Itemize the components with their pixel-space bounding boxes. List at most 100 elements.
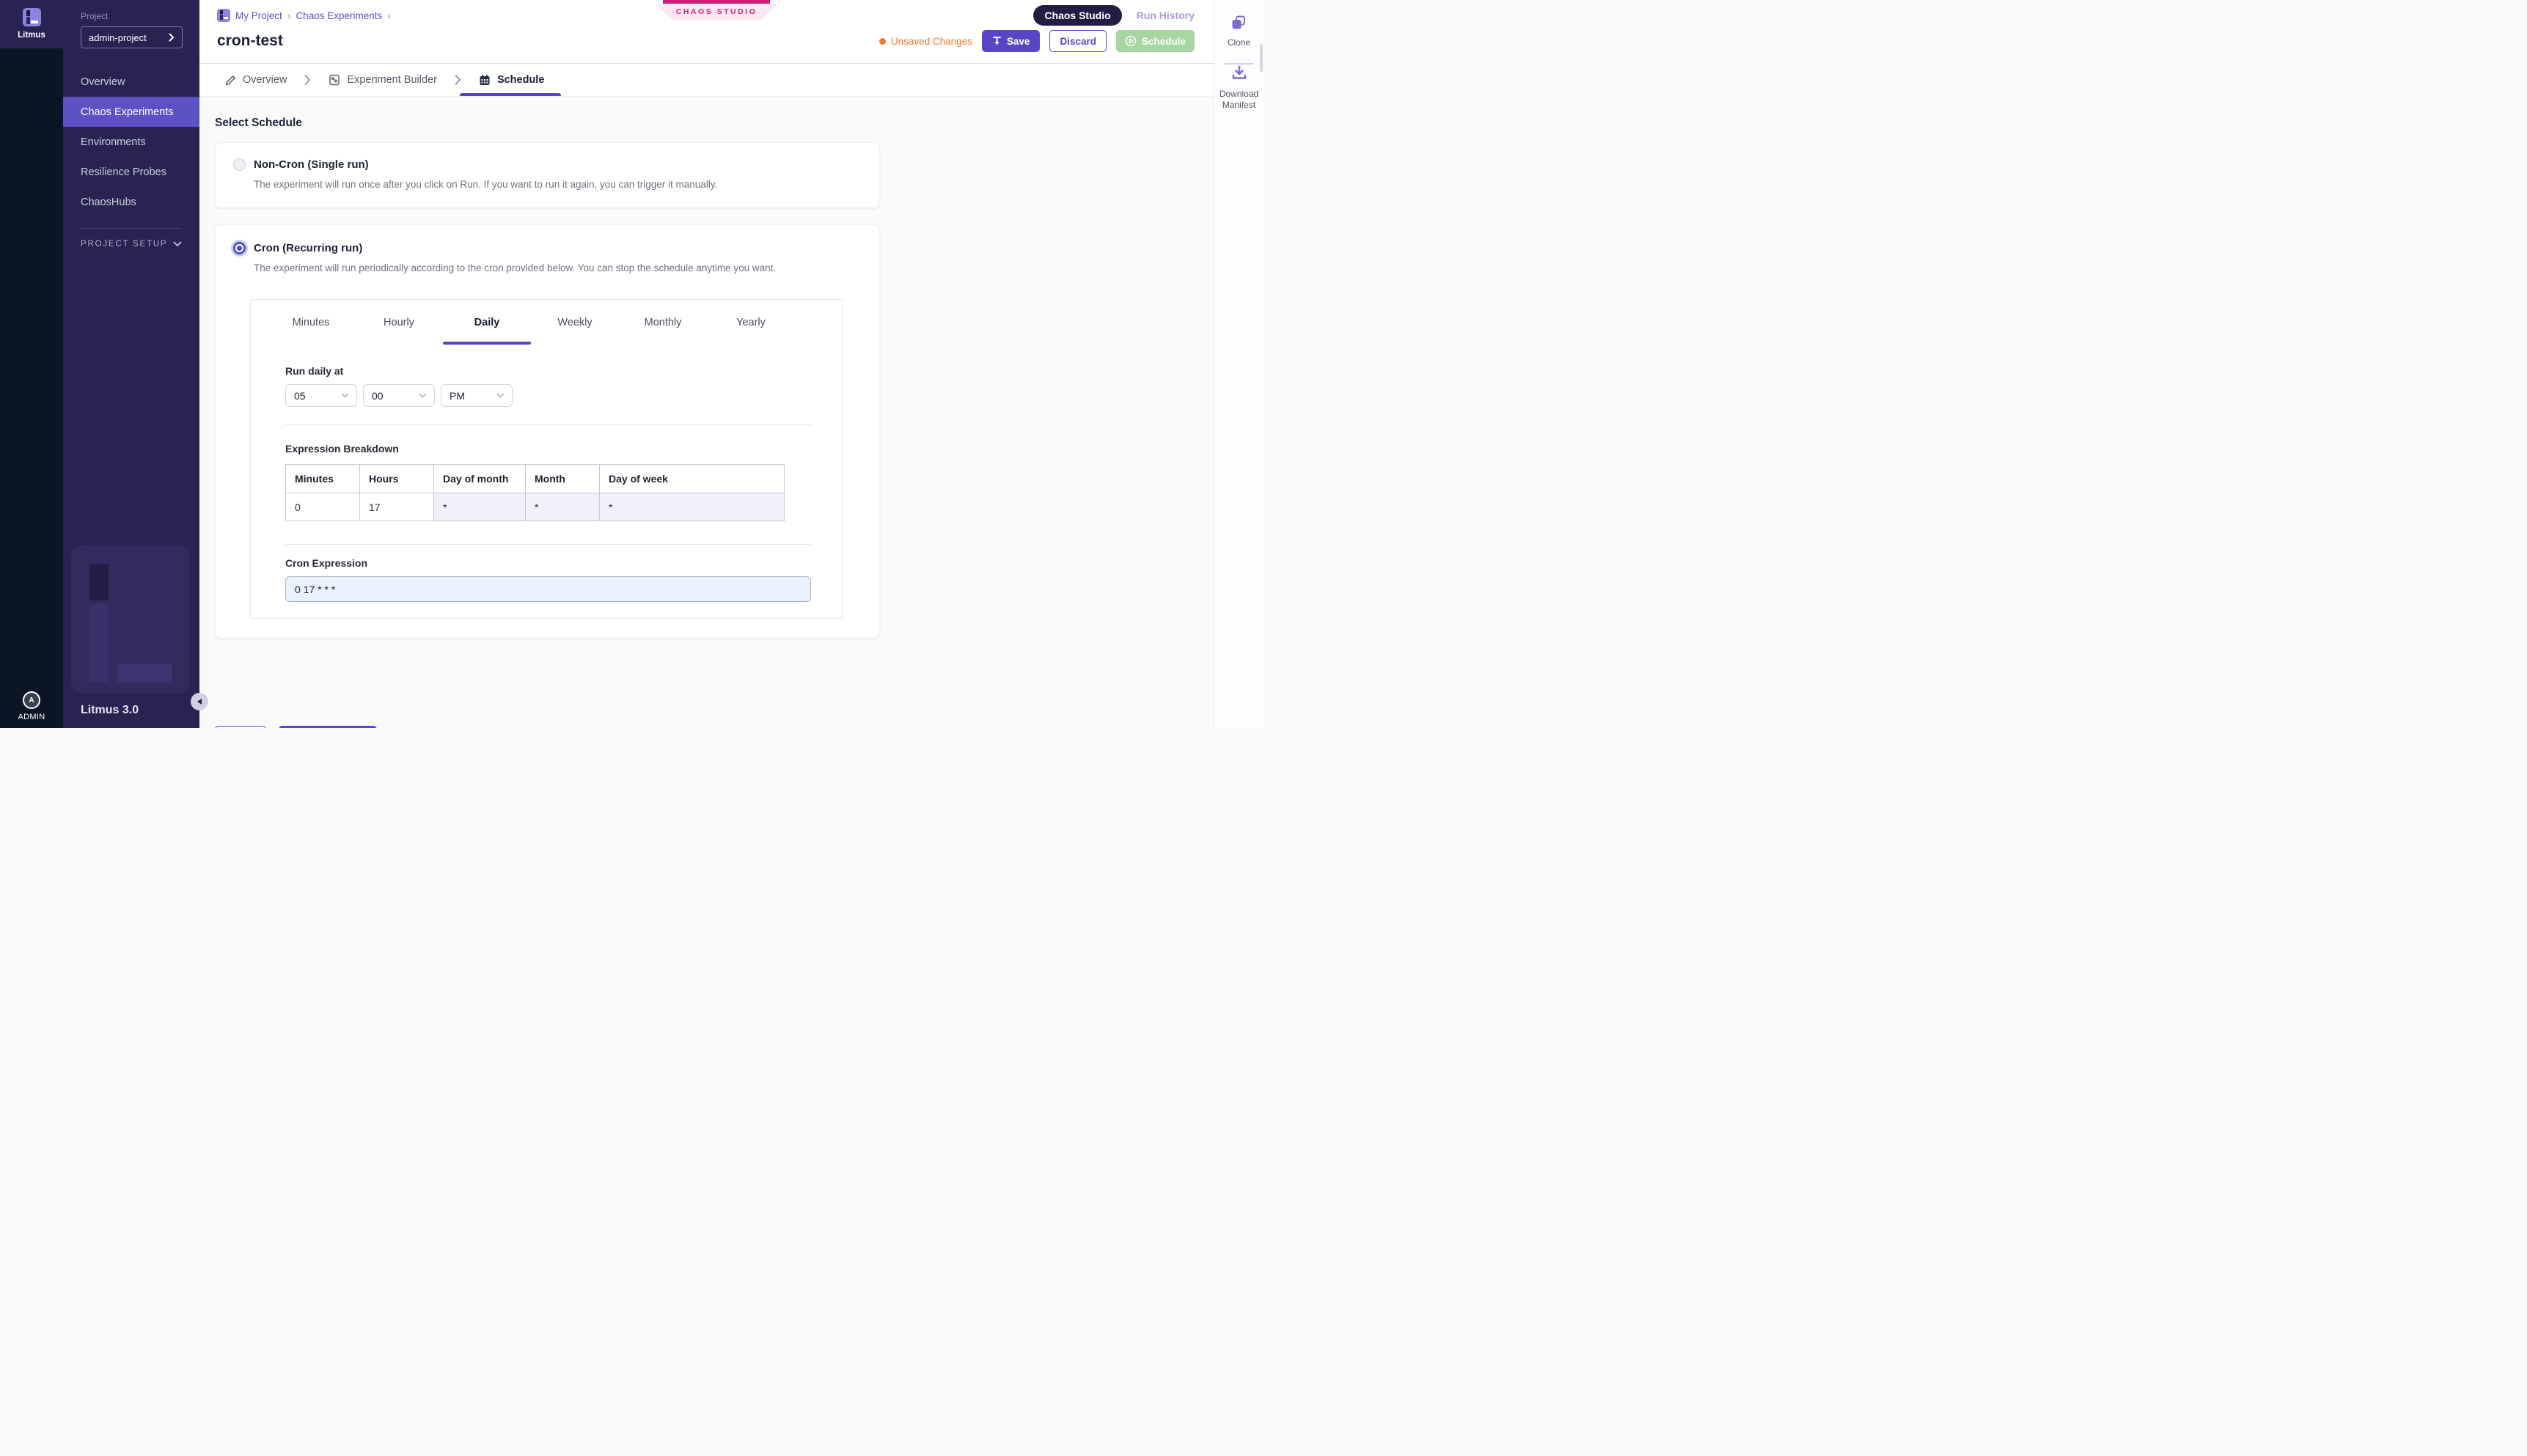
project-setup-toggle[interactable]: PROJECT SETUP <box>81 240 182 249</box>
cell-day-of-month: * <box>434 493 526 521</box>
schedule-content: Select Schedule Non-Cron (Single run) Th… <box>199 97 1214 728</box>
user-block: A ADMIN <box>18 691 45 728</box>
col-day-of-week: Day of week <box>600 465 785 493</box>
col-month: Month <box>526 465 600 493</box>
breadcrumb: My Project › Chaos Experiments › <box>217 9 391 22</box>
meridiem-select[interactable]: PM <box>441 384 513 407</box>
sidebar-item-resilience-probes[interactable]: Resilience Probes <box>63 157 199 187</box>
cell-month: * <box>526 493 600 521</box>
brand-tile: Litmus <box>0 0 63 48</box>
chaos-studio-ribbon: CHAOS STUDIO <box>655 0 778 20</box>
wizard-steps: Overview Experiment Builder <box>199 64 1214 97</box>
project-selector[interactable]: admin-project <box>81 26 183 48</box>
cron-tab-daily[interactable]: Daily <box>443 300 531 345</box>
chevron-down-icon <box>419 393 427 398</box>
sidebar-item-chaos-experiments[interactable]: Chaos Experiments <box>63 97 199 127</box>
download-manifest-action[interactable]: Download Manifest <box>1214 65 1264 111</box>
download-manifest-label: Download Manifest <box>1214 89 1264 111</box>
tab-overview[interactable]: Overview <box>225 64 287 96</box>
hour-value: 05 <box>294 390 306 402</box>
clone-label: Clone <box>1228 37 1250 49</box>
non-cron-card: Non-Cron (Single run) The experiment wil… <box>215 142 880 208</box>
discard-label: Discard <box>1060 36 1096 47</box>
cron-tab-monthly[interactable]: Monthly <box>619 300 707 345</box>
cron-tab-yearly[interactable]: Yearly <box>707 300 795 345</box>
chevron-down-icon <box>173 241 182 247</box>
project-name: admin-project <box>89 32 147 43</box>
divider <box>285 424 811 425</box>
cron-tabs: Minutes Hourly Daily Weekly Monthly Year… <box>251 300 842 345</box>
clone-icon <box>1231 15 1247 31</box>
minute-value: 00 <box>372 390 384 402</box>
cell-hours: 17 <box>360 493 434 521</box>
sidebar-item-overview[interactable]: Overview <box>63 67 199 97</box>
back-button[interactable]: Back <box>215 726 266 728</box>
expression-breakdown-table: Minutes Hours Day of month Month Day of … <box>285 464 785 521</box>
radio-selected-icon[interactable] <box>233 242 246 254</box>
right-action-rail: Clone Download Manifest <box>1214 0 1264 728</box>
set-schedule-button[interactable]: Set Schedule <box>279 726 377 728</box>
chevron-down-icon <box>341 393 349 398</box>
save-button[interactable]: Save <box>982 30 1041 52</box>
non-cron-option[interactable]: Non-Cron (Single run) <box>233 158 862 171</box>
non-cron-description: The experiment will run once after you c… <box>254 179 862 190</box>
sidebar-item-chaoshubs[interactable]: ChaosHubs <box>63 187 199 217</box>
pencil-icon <box>225 75 236 86</box>
tab-experiment-builder[interactable]: Experiment Builder <box>329 64 437 96</box>
radio-unselected-icon[interactable] <box>233 158 246 171</box>
app-version: Litmus 3.0 <box>81 704 139 717</box>
cell-minutes: 0 <box>286 493 360 521</box>
project-label: Project <box>81 11 199 21</box>
project-setup-label: PROJECT SETUP <box>81 240 167 249</box>
user-role: ADMIN <box>18 713 45 721</box>
meridiem-value: PM <box>450 390 465 402</box>
run-history-toggle[interactable]: Run History <box>1137 10 1195 21</box>
divider <box>285 544 811 545</box>
pin-icon <box>992 36 1002 46</box>
cron-expression-input[interactable] <box>285 576 811 602</box>
collapse-arrow-icon <box>197 698 202 705</box>
litmus-logo-icon <box>23 8 41 26</box>
col-day-of-month: Day of month <box>434 465 526 493</box>
cell-day-of-week: * <box>600 493 785 521</box>
step-chevron-icon <box>455 74 461 86</box>
cron-expression-label: Cron Expression <box>285 557 842 569</box>
chevron-right-icon <box>169 33 175 42</box>
non-cron-title: Non-Cron (Single run) <box>254 158 369 171</box>
page-title: cron-test <box>217 32 283 50</box>
cron-option[interactable]: Cron (Recurring run) <box>233 242 862 254</box>
app-root: Litmus A ADMIN Project admin-project Ove… <box>0 0 1264 728</box>
run-daily-at-label: Run daily at <box>285 365 842 377</box>
sidebar-item-environments[interactable]: Environments <box>63 127 199 157</box>
avatar[interactable]: A <box>23 691 40 709</box>
minute-select[interactable]: 00 <box>363 384 435 407</box>
tab-schedule[interactable]: Schedule <box>479 64 544 96</box>
schedule-top-label: Schedule <box>1142 36 1186 47</box>
download-icon <box>1231 65 1248 82</box>
tab-schedule-label: Schedule <box>497 74 544 86</box>
schedule-button-disabled[interactable]: Schedule <box>1116 30 1195 52</box>
breadcrumb-chaos-experiments[interactable]: Chaos Experiments <box>296 10 382 21</box>
breadcrumb-separator: › <box>387 10 391 21</box>
cron-tab-weekly[interactable]: Weekly <box>531 300 619 345</box>
builder-icon <box>329 74 340 86</box>
view-toggle: Chaos Studio Run History <box>1033 5 1195 26</box>
sidebar-collapse-button[interactable] <box>191 693 208 710</box>
select-schedule-heading: Select Schedule <box>215 117 1214 130</box>
discard-button[interactable]: Discard <box>1049 30 1107 52</box>
hour-select[interactable]: 05 <box>285 384 357 407</box>
unsaved-changes-status: Unsaved Changes <box>879 36 972 47</box>
unsaved-label: Unsaved Changes <box>891 36 972 47</box>
chaos-studio-toggle[interactable]: Chaos Studio <box>1033 5 1121 26</box>
clone-action[interactable]: Clone <box>1228 15 1250 49</box>
page-header: CHAOS STUDIO My Project › Chaos Experime… <box>199 0 1214 64</box>
cron-tab-minutes[interactable]: Minutes <box>267 300 355 345</box>
litmus-watermark <box>71 545 189 694</box>
cron-tab-hourly[interactable]: Hourly <box>355 300 443 345</box>
scrollbar-thumb[interactable] <box>1260 44 1263 72</box>
sidebar-divider <box>81 228 182 229</box>
litmus-breadcrumb-icon <box>217 9 230 22</box>
breadcrumb-my-project[interactable]: My Project <box>235 10 282 21</box>
tab-experiment-builder-label: Experiment Builder <box>347 74 437 86</box>
step-chevron-icon <box>304 74 311 86</box>
